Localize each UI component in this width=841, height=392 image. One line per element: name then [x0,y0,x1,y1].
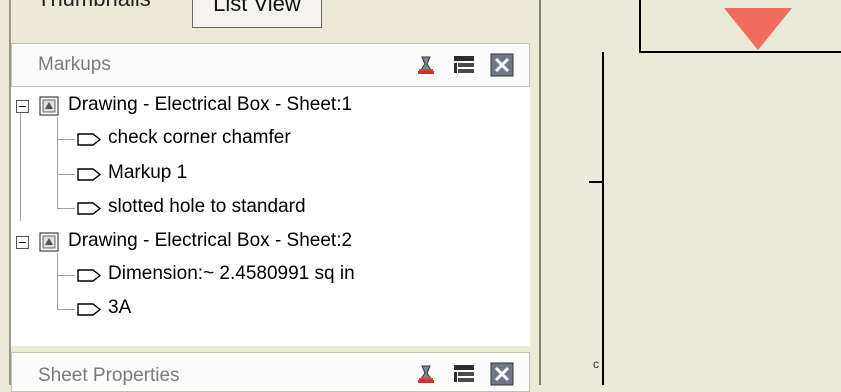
collapse-toggle[interactable] [16,100,29,113]
list-options-icon[interactable] [452,362,476,386]
tree-connector [57,309,75,310]
drawing-sheet-icon [39,232,59,252]
tree-group-label: Drawing - Electrical Box - Sheet:1 [68,94,353,115]
panel-left-border [9,0,11,385]
tab-list-view-label: List View [213,0,301,16]
collapse-toggle[interactable] [16,236,29,249]
tree-item-label: Dimension:~ 2.4580991 sq in [108,263,355,284]
close-panel-icon[interactable] [490,362,514,386]
markups-panel-title: Markups [38,54,111,75]
stamp-icon[interactable] [414,362,438,386]
tree-connector [57,275,75,276]
markup-tag-icon [77,202,101,215]
sheet-properties-title: Sheet Properties [38,365,180,386]
panel-splitter[interactable] [531,0,539,385]
markups-tree: Drawing - Electrical Box - Sheet:1 check… [11,87,530,346]
tree-group-label: Drawing - Electrical Box - Sheet:2 [68,230,353,251]
markup-tag-icon [77,168,101,181]
tree-connector [57,208,75,209]
tree-connector [57,253,58,309]
tree-item-label: Markup 1 [108,162,188,183]
markup-tag-icon [77,303,101,316]
marker-triangle [724,8,792,50]
drawing-sheet-icon [39,96,59,116]
tab-list-view[interactable]: List View [192,0,322,28]
close-panel-icon[interactable] [490,53,514,77]
view-tabs: Thumbnails List View [11,0,531,38]
tree-connector [57,139,75,140]
tree-connector [57,117,58,209]
markup-tag-icon [77,269,101,282]
markups-panel-header: Markups [11,43,530,87]
drawing-canvas[interactable]: c [541,0,841,385]
tree-item-label: slotted hole to standard [108,196,306,217]
list-options-icon[interactable] [452,53,476,77]
drawing-svg: c [589,0,841,385]
tab-thumbnails[interactable]: Thumbnails [37,0,151,12]
left-panel: Thumbnails List View Markups [0,0,539,392]
sheet-corner-label: c [593,357,599,371]
tree-connector [57,174,75,175]
tree-connector [20,113,21,221]
markup-tag-icon [77,133,101,146]
sheet-properties-header: Sheet Properties [11,352,530,392]
tree-item-label: check corner chamfer [108,127,291,148]
tree-item-label: 3A [108,297,132,318]
stamp-icon[interactable] [414,53,438,77]
